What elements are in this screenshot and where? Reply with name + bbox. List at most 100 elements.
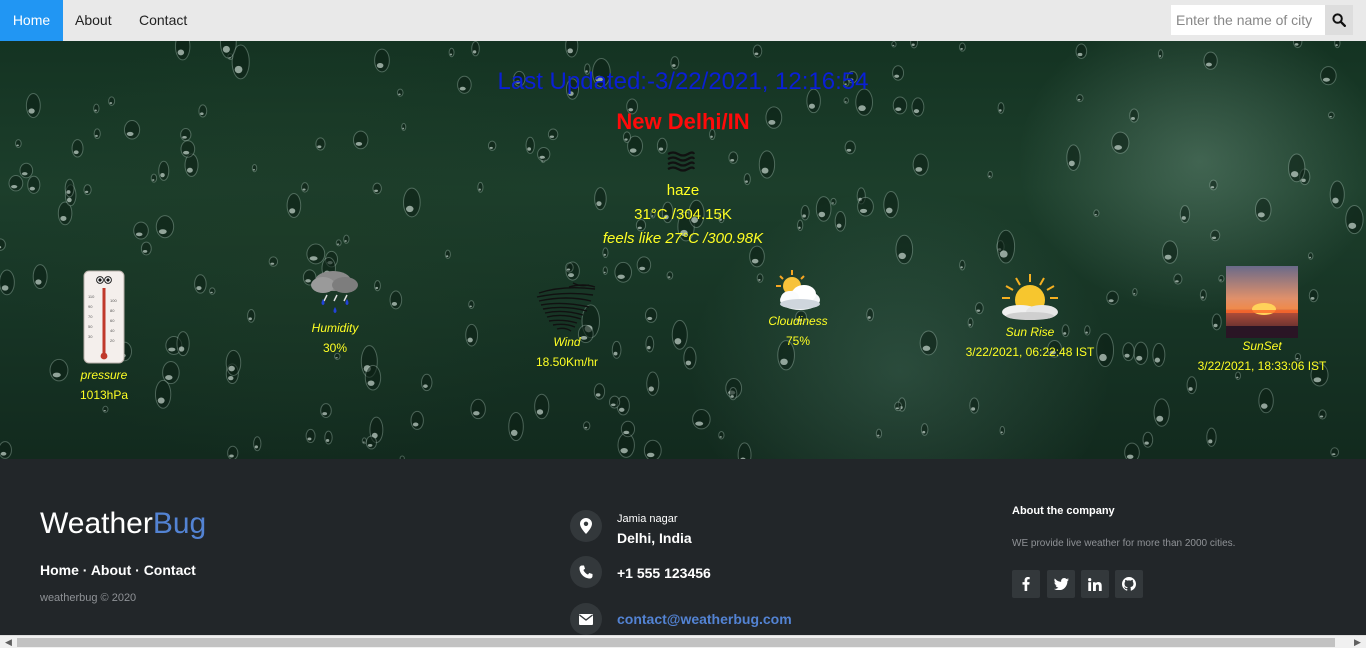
rain-drop [1330, 447, 1340, 458]
rain-drop [565, 41, 579, 58]
scroll-left-arrow-icon[interactable]: ◀ [0, 636, 17, 648]
humidity-label: Humidity [311, 321, 359, 335]
wind-value: 18.50Km/hr [535, 355, 599, 369]
rain-drop [910, 41, 918, 49]
svg-text:50: 50 [88, 324, 93, 329]
rain-drop [0, 441, 12, 459]
rain-drop [158, 160, 170, 181]
phone-icon [579, 565, 593, 579]
sunset-label: SunSet [1242, 339, 1282, 353]
nav-contact-link[interactable]: Contact [127, 0, 199, 41]
city-search-input[interactable] [1171, 5, 1325, 35]
rain-drop [1152, 342, 1166, 367]
rain-drop [448, 47, 455, 58]
rain-drop [209, 287, 216, 295]
rain-drop [227, 445, 239, 459]
rain-drop [508, 412, 524, 442]
rain-drop [969, 397, 980, 414]
footer-links[interactable]: Home · About · Contact [40, 562, 196, 578]
svg-text:40: 40 [110, 328, 115, 333]
last-updated-text: Last Updated:-3/22/2021, 12:16:54 [497, 68, 869, 95]
rain-drop [194, 274, 207, 294]
logo-weather-text: Weather [40, 507, 153, 540]
rain-drop [1133, 341, 1149, 365]
rain-drop [1206, 427, 1217, 447]
address-icon-badge [570, 510, 602, 542]
rain-drop [15, 139, 22, 149]
svg-text:100: 100 [110, 298, 117, 303]
rain-drop [1186, 376, 1197, 395]
rain-drop [465, 323, 479, 347]
rain-drop [1132, 288, 1138, 297]
linkedin-button[interactable] [1081, 570, 1109, 598]
twitter-button[interactable] [1047, 570, 1075, 598]
facebook-button[interactable] [1012, 570, 1040, 598]
email-link[interactable]: contact@weatherbug.com [617, 611, 792, 627]
rain-drop [1157, 49, 1164, 59]
rain-drop [0, 269, 15, 296]
scrollbar-thumb[interactable] [17, 638, 1335, 647]
rain-drop [692, 409, 711, 430]
rain-drop [602, 266, 608, 276]
scroll-right-arrow-icon[interactable]: ▶ [1349, 636, 1366, 648]
weather-description: haze [666, 182, 700, 199]
temperature-text: 31°C /304.15K [634, 206, 732, 223]
sunrise-stat: Sun Rise 3/22/2021, 06:22:48 IST [950, 272, 1110, 359]
horizontal-scrollbar[interactable]: ◀ ▶ [0, 635, 1366, 648]
rain-drop [364, 364, 382, 391]
rain-drop [671, 319, 688, 350]
nav-about-link[interactable]: About [63, 0, 124, 41]
rain-drop [1153, 398, 1170, 427]
rain-drop [1288, 153, 1306, 183]
cloudiness-value: 75% [785, 334, 811, 348]
footer-copyright: weatherbug © 2020 [40, 592, 137, 604]
rain-drop [1203, 51, 1218, 70]
rain-drop [749, 245, 765, 268]
wind-stat: Wind 18.50Km/hr [517, 279, 617, 369]
rain-drop [912, 153, 929, 176]
pressure-stat: 110 90 70 50 30 100 80 60 40 20 pressure 1013hPa [64, 270, 144, 402]
github-icon [1122, 577, 1136, 591]
rain-drop [320, 403, 332, 419]
rain-drop [608, 395, 621, 409]
rain-drop [268, 256, 279, 267]
rain-drop [958, 42, 966, 52]
rain-drop [1075, 43, 1088, 59]
rain-drop [154, 379, 172, 409]
search-button[interactable] [1325, 5, 1353, 35]
rain-drop [919, 330, 938, 356]
github-button[interactable] [1115, 570, 1143, 598]
rain-drop [1258, 388, 1274, 414]
rain-drop [537, 146, 551, 162]
rain-drop [844, 140, 856, 155]
rain-cloud-icon [311, 271, 358, 313]
rain-drop [19, 162, 34, 179]
sunrise-value: 3/22/2021, 06:22:48 IST [965, 345, 1095, 359]
nav-home-link[interactable]: Home [0, 0, 63, 41]
svg-text:20: 20 [110, 338, 115, 343]
footer-logo[interactable]: WeatherBug [40, 507, 206, 541]
rain-drops-background [0, 41, 1364, 459]
rain-drop [253, 436, 262, 452]
rain-drop [920, 423, 929, 436]
rain-drop [176, 331, 190, 357]
rain-drop [365, 435, 377, 450]
rain-drop [150, 173, 158, 183]
sunset-stat: SunSet 3/22/2021, 18:33:06 IST [1192, 266, 1332, 373]
rain-drop [1111, 131, 1130, 154]
pressure-label: pressure [80, 368, 128, 382]
logo-bug-text: Bug [152, 507, 207, 540]
rain-drop [866, 308, 874, 322]
linkedin-icon [1088, 577, 1102, 591]
facebook-icon [1022, 577, 1030, 591]
feels-like-text: feels like 27°C /300.98K [602, 230, 764, 247]
svg-text:30: 30 [88, 334, 93, 339]
rain-drop [959, 259, 966, 271]
wind-swirl-icon [536, 282, 596, 332]
rain-drop [645, 307, 658, 323]
rain-drop [102, 405, 109, 413]
rain-drop [410, 410, 424, 430]
rain-drop [999, 425, 1006, 436]
svg-text:90: 90 [88, 304, 93, 309]
wind-label: Wind [553, 335, 581, 349]
